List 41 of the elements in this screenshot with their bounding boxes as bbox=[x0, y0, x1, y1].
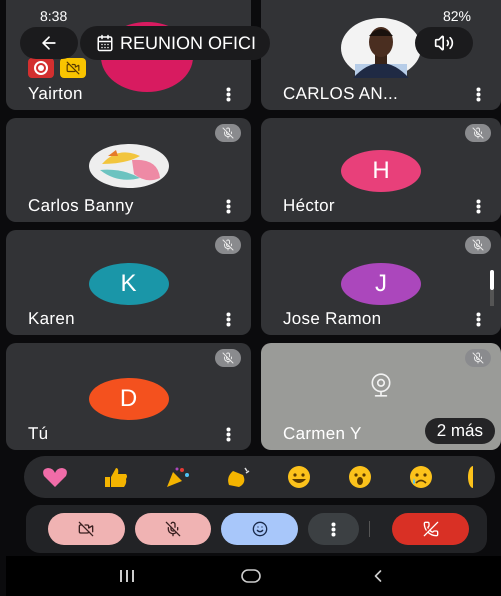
microphone-button[interactable] bbox=[134, 513, 212, 545]
more-icon[interactable] bbox=[226, 198, 231, 214]
more-participants-button[interactable]: 2 más bbox=[424, 418, 495, 444]
end-call-button[interactable] bbox=[392, 513, 469, 545]
home-button[interactable] bbox=[241, 569, 262, 583]
more-icon[interactable] bbox=[226, 86, 231, 102]
participant-name: Héctor bbox=[283, 196, 335, 216]
participant-name: Tú bbox=[28, 424, 48, 444]
scrollbar bbox=[490, 270, 494, 306]
avatar: J bbox=[341, 263, 421, 305]
more-icon[interactable] bbox=[476, 198, 481, 214]
avatar: K bbox=[88, 263, 168, 305]
more-icon[interactable] bbox=[226, 312, 231, 326]
heart-icon[interactable] bbox=[40, 465, 70, 489]
participant-name: Yairton bbox=[28, 84, 83, 104]
participant-name: Karen bbox=[28, 309, 75, 329]
participant-name: CARLOS AN... bbox=[283, 84, 398, 104]
camera-button[interactable] bbox=[48, 513, 125, 545]
hang-up-icon bbox=[422, 521, 439, 537]
more-options-button[interactable] bbox=[308, 513, 360, 545]
participant-name: Carmen Y bbox=[283, 424, 362, 444]
avatar: H bbox=[341, 150, 421, 192]
speaker-icon bbox=[434, 33, 454, 53]
more-icon[interactable] bbox=[476, 86, 481, 102]
clock: 8:38 bbox=[40, 8, 68, 24]
more-icon[interactable] bbox=[226, 426, 231, 442]
battery-level: 82% bbox=[442, 8, 471, 24]
meeting-title-button[interactable]: REUNION OFICI bbox=[80, 26, 270, 60]
recent-apps-button[interactable] bbox=[119, 569, 136, 583]
reactions-button[interactable] bbox=[221, 513, 298, 545]
mic-off-icon bbox=[165, 521, 182, 537]
more-icon bbox=[331, 522, 336, 536]
calendar-icon bbox=[96, 34, 114, 52]
emoji-icon[interactable] bbox=[467, 465, 473, 489]
smile-icon bbox=[252, 521, 268, 537]
more-icon[interactable] bbox=[476, 312, 481, 326]
camera-off-icon bbox=[78, 521, 94, 537]
avatar: D bbox=[88, 378, 168, 420]
participant-name: Jose Ramon bbox=[283, 309, 382, 329]
participant-name: Carlos Banny bbox=[28, 196, 134, 216]
camera-off-icon bbox=[60, 58, 86, 78]
